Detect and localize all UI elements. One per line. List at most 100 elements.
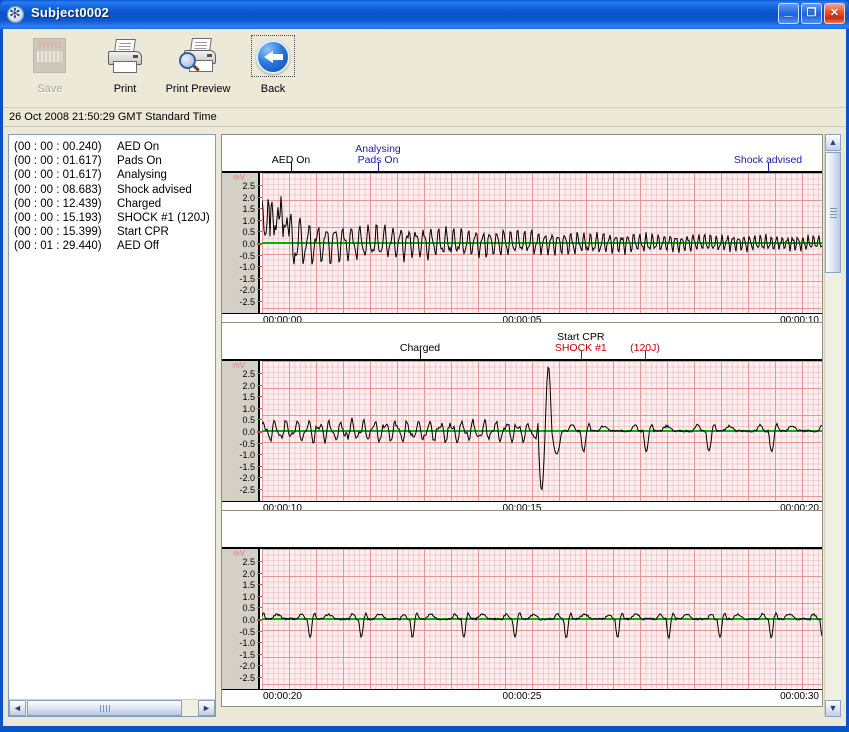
status-bar bbox=[3, 721, 846, 726]
ecg-strips-scroll-area: AED On Analysing Pads On Shock advised mV 2.5… bbox=[221, 134, 825, 717]
horizontal-scroll-thumb[interactable] bbox=[27, 700, 182, 716]
event-label: Start CPR bbox=[117, 226, 169, 239]
ecg-annotation-tick bbox=[291, 162, 292, 171]
y-axis-tick-label: -1.5 bbox=[239, 462, 265, 472]
y-axis-tick-label: 0.0 bbox=[242, 428, 265, 437]
maximize-button[interactable]: ❐ bbox=[801, 3, 822, 24]
list-item[interactable]: (00 : 00 : 08.683) Shock advised bbox=[14, 183, 215, 197]
recording-timestamp: 26 Oct 2008 21:50:29 GMT Standard Time bbox=[3, 108, 846, 127]
ecg-strips-panel: AED On Analysing Pads On Shock advised mV 2.5… bbox=[221, 134, 841, 717]
event-label: SHOCK #1 (120J) bbox=[117, 212, 210, 225]
event-label: AED Off bbox=[117, 240, 159, 253]
toolbar: Save Print Print Preview Back bbox=[3, 29, 846, 108]
printer-icon bbox=[106, 39, 144, 75]
y-axis-tick-label: -2.0 bbox=[239, 662, 265, 671]
print-icon-box bbox=[102, 35, 148, 79]
event-label: Charged bbox=[117, 197, 162, 210]
y-axis-tick-label: -0.5 bbox=[239, 251, 265, 261]
ecg-plot-area bbox=[262, 549, 822, 689]
save-disk-icon bbox=[33, 38, 66, 73]
y-axis-tick-label: 0.5 bbox=[242, 416, 265, 425]
vertical-scroll-thumb[interactable] bbox=[825, 152, 841, 273]
event-label: Analysing bbox=[117, 169, 167, 182]
scroll-left-icon[interactable]: ◄ bbox=[9, 700, 26, 716]
event-time: (00 : 00 : 08.683) bbox=[14, 183, 102, 196]
minimize-icon: _ bbox=[784, 2, 793, 18]
y-axis-tick-label: 1.5 bbox=[242, 581, 265, 590]
ecg-trace bbox=[262, 196, 822, 265]
ecg-strip-annotation-header: AED On Analysing Pads On Shock advised bbox=[222, 135, 822, 173]
y-axis-tick-label: 2.5 bbox=[242, 558, 265, 567]
event-time: (00 : 00 : 12.439) bbox=[14, 197, 102, 210]
ecg-plot-area bbox=[262, 361, 822, 501]
title-bar: Subject0002 _ ❐ ✕ bbox=[0, 0, 849, 29]
y-axis-tick-label: -2.5 bbox=[239, 486, 265, 495]
window-title: Subject0002 bbox=[31, 5, 110, 20]
ecg-strip: Charged Start CPR SHOCK #1 (120J) mV 2.5 2.0 1.… bbox=[221, 322, 823, 519]
scroll-right-icon[interactable]: ► bbox=[198, 700, 215, 716]
save-button[interactable]: Save bbox=[11, 35, 89, 95]
minimize-button[interactable]: _ bbox=[778, 3, 799, 24]
y-axis-tick-label: 1.0 bbox=[242, 404, 265, 414]
close-button[interactable]: ✕ bbox=[824, 3, 845, 24]
y-axis: mV 2.5 2.0 1.5 1.0 0.5 0.0 -0.5 -1.0 -1.5 -2.0 -2.5 bbox=[222, 361, 265, 501]
y-axis-tick-label: -1.0 bbox=[239, 263, 265, 272]
ecg-strip: AED On Analysing Pads On Shock advised mV 2.5… bbox=[221, 134, 823, 331]
x-axis: 00:00:20 00:00:25 00:00:30 bbox=[222, 689, 822, 706]
scroll-down-icon[interactable]: ▼ bbox=[825, 700, 841, 717]
ecg-strip-annotation-header: Charged Start CPR SHOCK #1 (120J) bbox=[222, 323, 822, 361]
y-axis-tick-label: 1.0 bbox=[242, 592, 265, 602]
ecg-trace-svg bbox=[262, 611, 822, 640]
event-time: (00 : 00 : 15.399) bbox=[14, 226, 102, 239]
ecg-trace bbox=[262, 611, 822, 640]
event-time: (00 : 00 : 15.193) bbox=[14, 212, 102, 225]
x-axis-tick-label: 00:00:20 bbox=[263, 691, 302, 702]
ecg-plot-area bbox=[262, 173, 822, 313]
list-item[interactable]: (00 : 00 : 01.617) Analysing bbox=[14, 168, 215, 182]
list-item[interactable]: (00 : 00 : 15.193) SHOCK #1 (120J) bbox=[14, 211, 215, 225]
event-time: (00 : 00 : 01.617) bbox=[14, 169, 102, 182]
y-axis-tick-label: 2.5 bbox=[242, 370, 265, 379]
event-list-panel[interactable]: (00 : 00 : 00.240) AED On (00 : 00 : 01.61… bbox=[8, 134, 216, 717]
y-axis-tick-label: 0.5 bbox=[242, 228, 265, 237]
y-axis-tick-label: 1.0 bbox=[242, 216, 265, 226]
print-preview-label: Print Preview bbox=[165, 83, 231, 95]
event-time: (00 : 00 : 00.240) bbox=[14, 141, 102, 153]
list-item[interactable]: (00 : 00 : 00.240) AED On bbox=[14, 140, 215, 154]
y-axis: mV 2.5 2.0 1.5 1.0 0.5 0.0 -0.5 -1.0 -1.5 -2.0 -2.5 bbox=[222, 549, 265, 689]
ecg-annotation-tick bbox=[768, 162, 769, 171]
x-axis-tick-label: 00:00:25 bbox=[502, 691, 542, 702]
ecg-strip-body: mV 2.5 2.0 1.5 1.0 0.5 0.0 -0.5 -1.0 -1.5 -2.0 -2.5 bbox=[222, 173, 822, 313]
y-axis-tick-label: -0.5 bbox=[239, 439, 265, 449]
y-axis-tick-label: 0.0 bbox=[242, 616, 265, 625]
print-label: Print bbox=[113, 83, 137, 95]
y-axis-tick-label: -2.5 bbox=[239, 674, 265, 683]
window-client-area: Save Print Print Preview Back 26 Oct 200… bbox=[3, 29, 846, 726]
y-axis-tick-label: 2.0 bbox=[242, 569, 265, 579]
ecg-vertical-scrollbar[interactable]: ▲ ▼ bbox=[824, 134, 841, 717]
save-label: Save bbox=[37, 83, 63, 95]
application-window: Subject0002 _ ❐ ✕ Save bbox=[0, 0, 849, 732]
event-list[interactable]: (00 : 00 : 00.240) AED On (00 : 00 : 01.61… bbox=[9, 135, 215, 698]
list-item[interactable]: (00 : 00 : 01.617) Pads On bbox=[14, 154, 215, 168]
ecg-annotation-tick bbox=[420, 350, 421, 359]
scroll-up-icon[interactable]: ▲ bbox=[825, 134, 841, 151]
back-button[interactable]: Back bbox=[234, 35, 312, 95]
back-label: Back bbox=[260, 83, 286, 95]
maximize-icon: ❐ bbox=[806, 7, 817, 19]
print-button[interactable]: Print bbox=[86, 35, 164, 95]
y-axis-tick-label: 1.5 bbox=[242, 205, 265, 214]
ecg-strip-body: mV 2.5 2.0 1.5 1.0 0.5 0.0 -0.5 -1.0 -1.5 -2.0 -2.5 bbox=[222, 361, 822, 501]
back-icon-box bbox=[250, 35, 296, 79]
y-axis-tick-label: -1.0 bbox=[239, 639, 265, 648]
list-item[interactable]: (00 : 01 : 29.440) AED Off bbox=[14, 239, 215, 253]
event-list-horizontal-scrollbar[interactable]: ◄ ► bbox=[9, 699, 215, 716]
ecg-strip: mV 2.5 2.0 1.5 1.0 0.5 0.0 -0.5 -1.0 -1.5 -2.0 -2.5… bbox=[221, 510, 823, 707]
list-item[interactable]: (00 : 00 : 12.439) Charged bbox=[14, 197, 215, 211]
list-item[interactable]: (00 : 00 : 15.399) Start CPR bbox=[14, 225, 215, 239]
ecg-annotation-tick bbox=[378, 162, 379, 171]
ecg-strip-annotation-header bbox=[222, 511, 822, 549]
back-arrow-icon bbox=[256, 40, 290, 74]
print-preview-button[interactable]: Print Preview bbox=[159, 35, 237, 95]
event-time: (00 : 00 : 01.617) bbox=[14, 155, 102, 168]
